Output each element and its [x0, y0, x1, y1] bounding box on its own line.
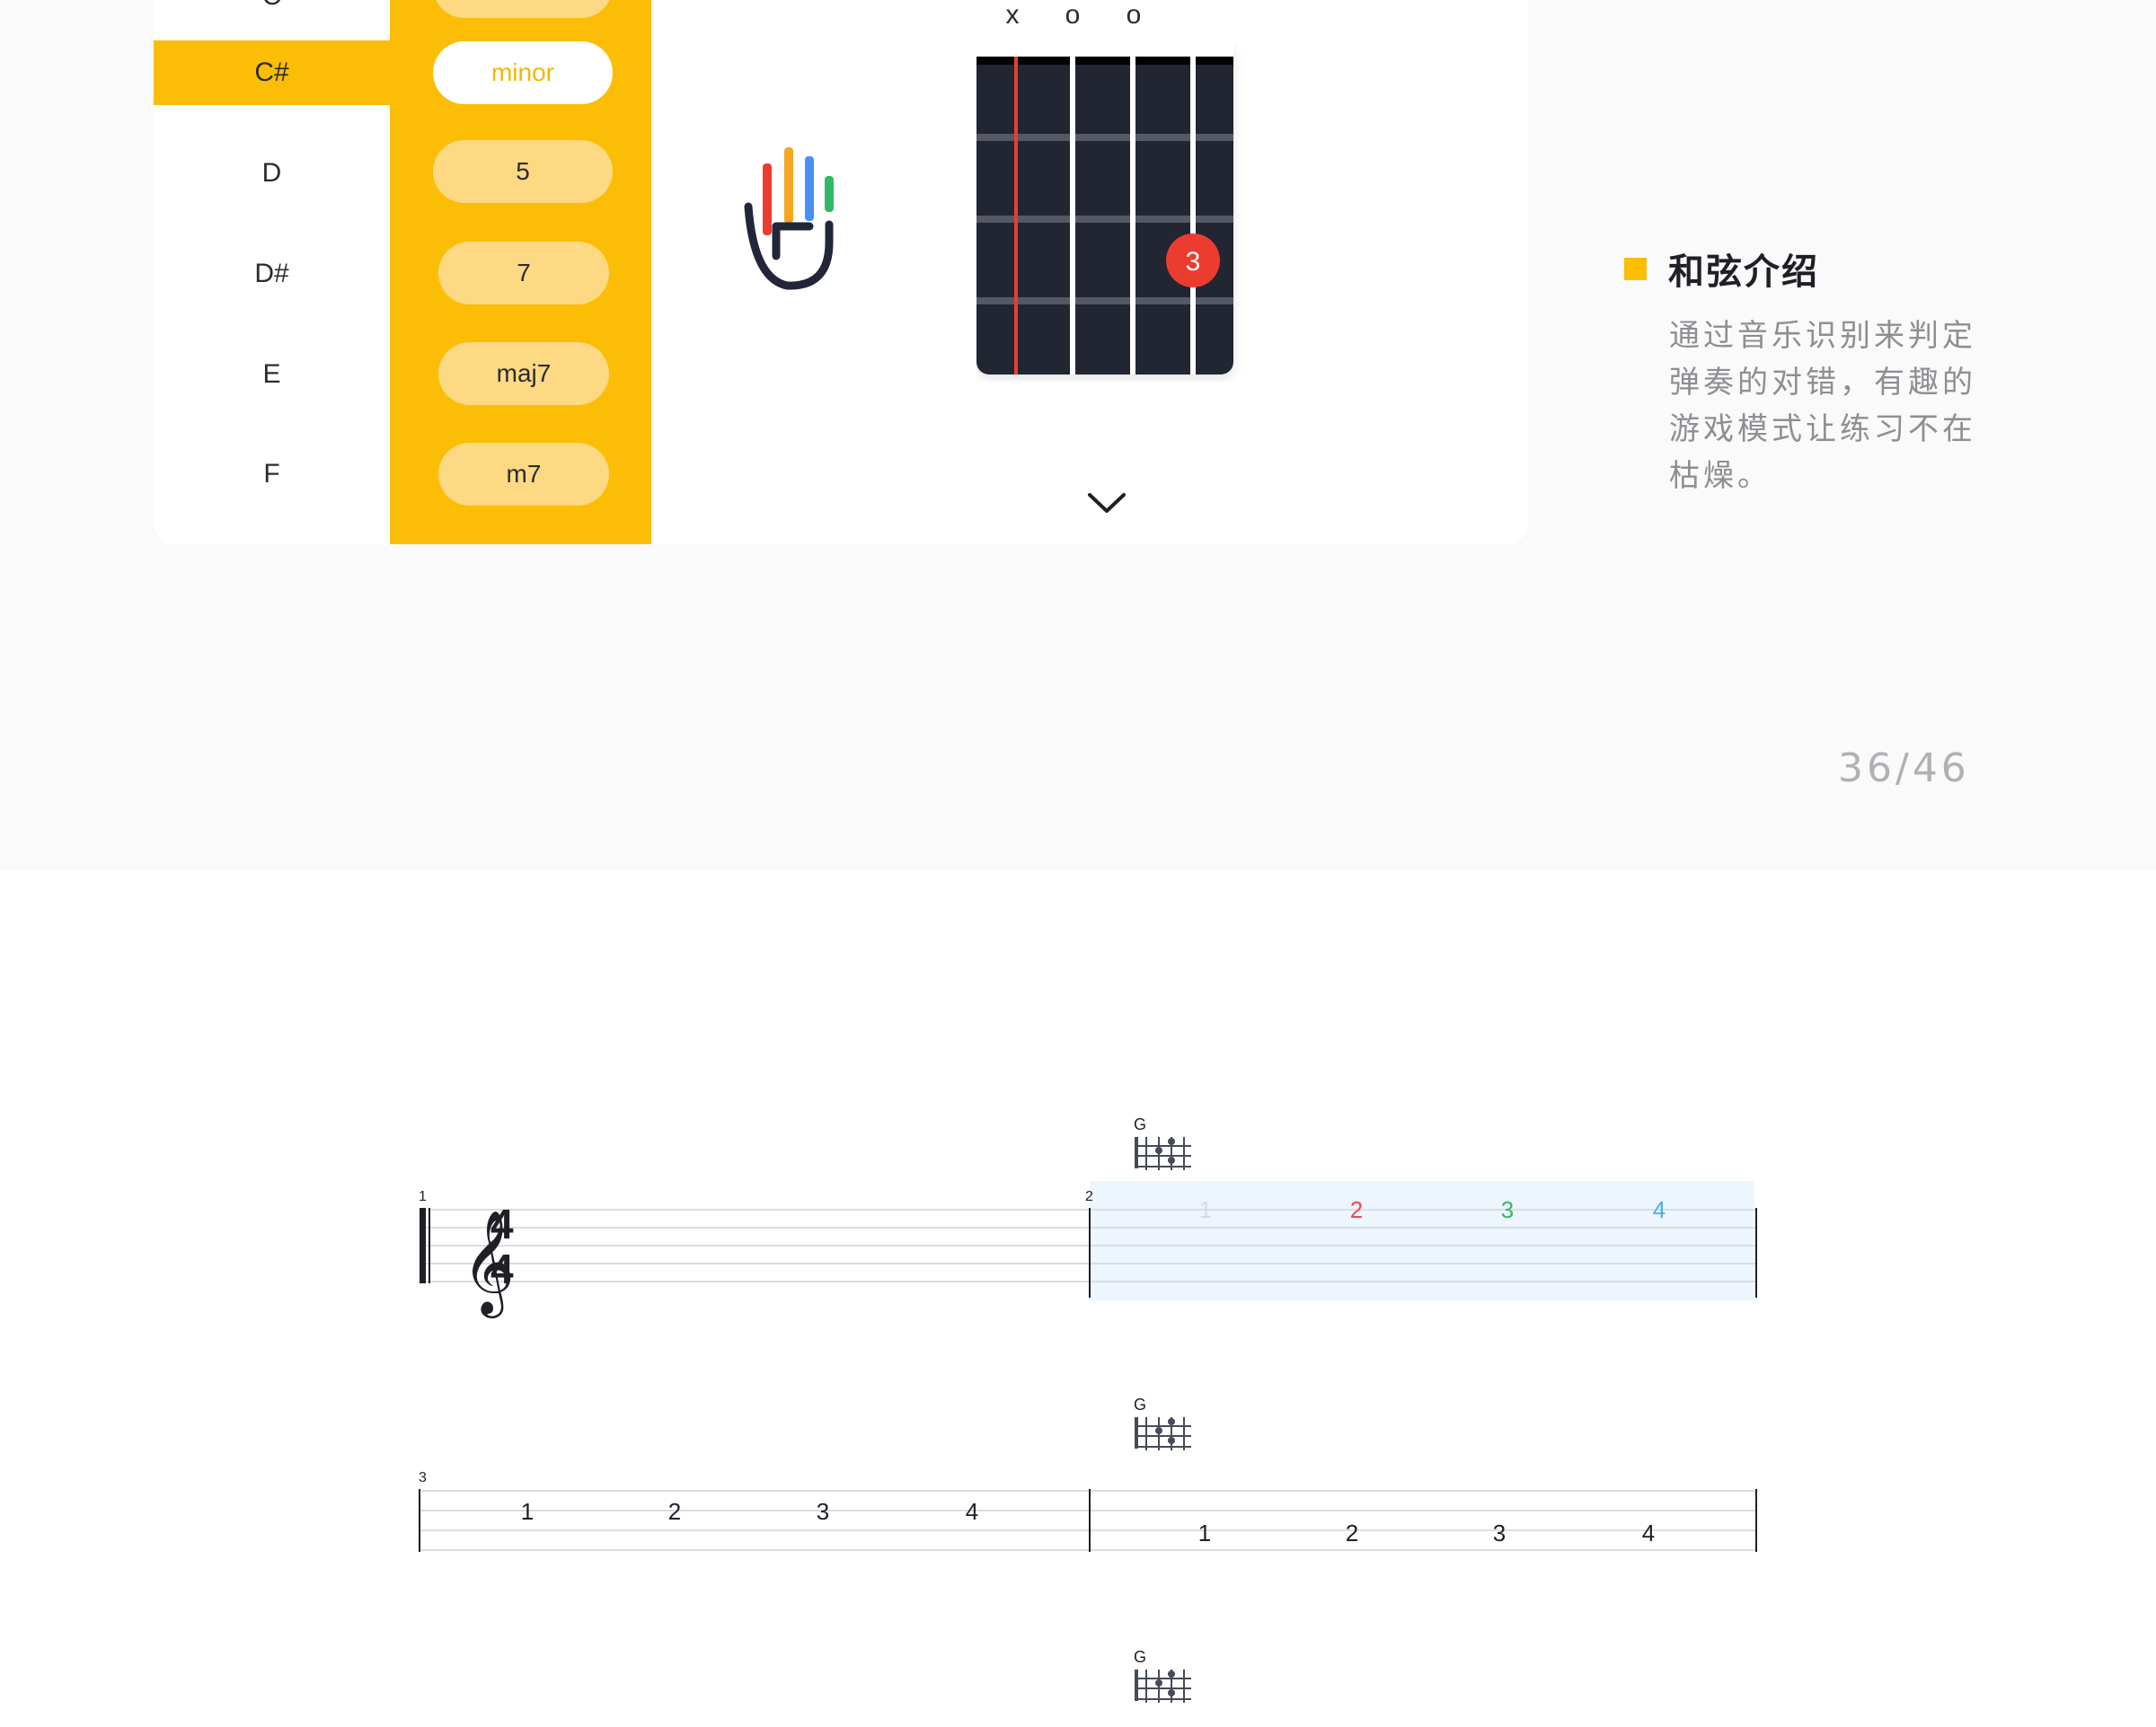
- beat-number: 3: [1501, 1196, 1514, 1223]
- chord-diagram-icon: G: [1134, 1648, 1191, 1703]
- quality-label: major: [491, 0, 554, 1]
- root-label: D: [261, 158, 282, 188]
- chord-picker-card: C C# D D# E F major minor 5 7 maj7 m7: [154, 0, 1528, 544]
- chord-name: G: [1134, 1115, 1146, 1133]
- root-item-c-sharp[interactable]: C#: [154, 40, 390, 105]
- root-label: F: [263, 459, 280, 489]
- tablature-score: 𝄞 4 4 1 2 1 2 3 4 G 3 1 2 3 4 1 2 3 4 G …: [0, 870, 2156, 1723]
- root-item-c[interactable]: C: [154, 0, 390, 29]
- chord-diagram-icon: G: [1134, 1115, 1191, 1170]
- string-marker-mute: x: [1005, 0, 1020, 30]
- section-title: 和弦介绍: [1668, 252, 1819, 292]
- root-label: D#: [254, 259, 289, 288]
- time-signature-bottom: 4: [490, 1246, 514, 1292]
- root-item-d[interactable]: D: [154, 141, 390, 206]
- page-indicator: 36/46: [1838, 745, 1970, 791]
- beat-number: 3: [1493, 1520, 1506, 1546]
- quality-pill-7[interactable]: 7: [438, 242, 609, 304]
- quality-pill-major[interactable]: major: [433, 0, 613, 18]
- beat-number: 4: [966, 1498, 978, 1525]
- time-signature-top: 4: [490, 1201, 514, 1247]
- chord-name: G: [1134, 1396, 1146, 1414]
- beat-number: 1: [521, 1498, 534, 1525]
- root-label: C: [262, 0, 282, 12]
- beat-number: 1: [1198, 1520, 1211, 1546]
- quality-label: m7: [506, 460, 542, 488]
- beat-number: 2: [1346, 1520, 1358, 1546]
- beat-number: 4: [1653, 1196, 1666, 1223]
- chord-lesson-area: C C# D D# E F major minor 5 7 maj7 m7: [0, 0, 2156, 870]
- hand-icon: [738, 144, 845, 310]
- quality-pill-maj7[interactable]: maj7: [438, 342, 609, 405]
- beat-number: 2: [1350, 1196, 1363, 1223]
- chord-name: G: [1134, 1648, 1146, 1666]
- beat-number: 4: [1642, 1520, 1655, 1546]
- quality-label: maj7: [496, 359, 552, 387]
- beat-number: 1: [1199, 1196, 1212, 1223]
- quality-pill-minor[interactable]: minor: [433, 41, 613, 104]
- chord-diagram-icon: G: [1134, 1396, 1191, 1450]
- root-item-d-sharp[interactable]: D#: [154, 242, 390, 306]
- quality-label: minor: [490, 58, 554, 86]
- finger-number: 3: [1186, 247, 1201, 277]
- quality-label: 7: [517, 259, 531, 286]
- quality-pill-5[interactable]: 5: [433, 140, 613, 203]
- chord-quality-column: major minor 5 7 maj7 m7: [390, 0, 651, 544]
- section-description: 通过音乐识别来判定弹奏的对错，有趣的游戏模式让练习不在枯燥。: [1669, 318, 1976, 494]
- string-marker-open: o: [1065, 0, 1081, 30]
- measure-number: 1: [419, 1189, 427, 1204]
- quality-label: 5: [516, 157, 530, 185]
- beat-number: 3: [817, 1498, 829, 1525]
- chevron-down-icon[interactable]: [1086, 489, 1127, 521]
- measure-number: 3: [419, 1470, 427, 1485]
- root-note-column: C C# D D# E F: [154, 0, 390, 544]
- root-item-f[interactable]: F: [154, 442, 390, 507]
- root-item-e[interactable]: E: [154, 342, 390, 407]
- root-label: C#: [254, 57, 289, 87]
- beat-number: 2: [668, 1498, 681, 1525]
- chord-fretboard: 3: [976, 40, 1246, 386]
- root-label: E: [262, 359, 281, 389]
- string-marker-open: o: [1126, 0, 1142, 30]
- quality-pill-m7[interactable]: m7: [438, 443, 609, 506]
- measure-number: 2: [1085, 1189, 1093, 1204]
- heading-marker: [1624, 257, 1647, 280]
- section-heading: 和弦介绍: [1624, 242, 1819, 295]
